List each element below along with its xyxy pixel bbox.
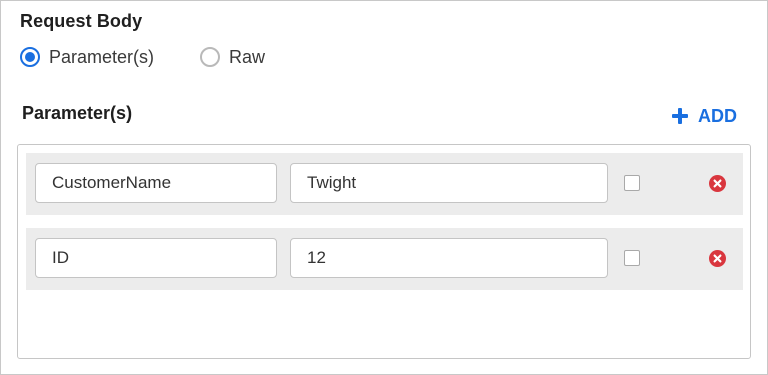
parameter-checkbox[interactable] [624, 250, 640, 266]
parameter-key-input[interactable]: CustomerName [35, 163, 277, 203]
parameter-checkbox[interactable] [624, 175, 640, 191]
parameter-row: CustomerName Twight [26, 153, 743, 215]
radio-checked-icon[interactable] [20, 47, 40, 67]
remove-circle-icon[interactable] [709, 175, 726, 192]
request-body-panel: Request Body Parameter(s) Raw Parameter(… [0, 0, 768, 375]
remove-circle-icon[interactable] [709, 250, 726, 267]
plus-icon [672, 108, 688, 124]
parameter-value-input[interactable]: 12 [290, 238, 608, 278]
add-parameter-button[interactable]: ADD [672, 104, 737, 128]
radio-option-raw[interactable]: Raw [200, 47, 265, 68]
parameters-list: CustomerName Twight ID 12 [17, 144, 751, 359]
parameter-key-input[interactable]: ID [35, 238, 277, 278]
parameters-title: Parameter(s) [22, 103, 133, 123]
parameter-row: ID 12 [26, 228, 743, 290]
radio-option-parameters[interactable]: Parameter(s) [20, 47, 154, 68]
body-type-radio-group: Parameter(s) Raw [20, 45, 265, 69]
radio-unchecked-icon[interactable] [200, 47, 221, 67]
request-body-title: Request Body [20, 11, 143, 31]
add-button-label: ADD [698, 105, 737, 126]
radio-label-parameters: Parameter(s) [49, 46, 155, 67]
radio-label-raw: Raw [229, 46, 266, 67]
parameter-value-input[interactable]: Twight [290, 163, 608, 203]
